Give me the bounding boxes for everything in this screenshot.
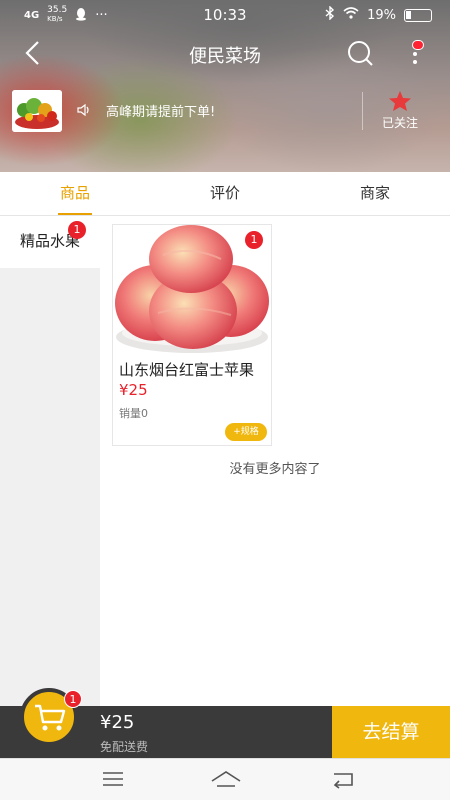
back-nav-button[interactable] <box>330 769 356 789</box>
shop-notice: 高峰期请提前下单! <box>106 105 216 120</box>
tab-merchant[interactable]: 商家 <box>300 172 450 215</box>
category-sidebar: 精品水果 1 <box>0 216 100 706</box>
system-nav-bar <box>0 758 450 800</box>
product-price: ¥25 <box>119 381 148 399</box>
checkout-button[interactable]: 去结算 <box>332 706 450 758</box>
shop-info-bar: 高峰期请提前下单! 已关注 <box>0 88 450 138</box>
shop-logo <box>12 90 62 132</box>
cart-badge: 1 <box>64 690 82 708</box>
divider <box>362 92 363 130</box>
tab-products[interactable]: 商品 <box>0 172 150 215</box>
tab-reviews[interactable]: 评价 <box>150 172 300 215</box>
menu-icon <box>103 772 123 786</box>
product-cart-badge: 1 <box>245 231 263 249</box>
bluetooth-icon <box>325 5 335 24</box>
menu-button[interactable] <box>100 769 126 789</box>
status-right: 19% <box>325 5 432 24</box>
product-name: 山东烟台红富士苹果 <box>119 361 255 379</box>
battery-icon <box>404 8 432 22</box>
search-icon <box>348 41 373 66</box>
product-card[interactable]: 1 山东烟台红富士苹果 ¥25 销量0 +规格 <box>112 224 272 446</box>
search-button[interactable] <box>346 40 374 68</box>
shipping-note: 免配送费 <box>100 740 149 754</box>
status-bar: 4G 35.5 KB/s ··· 10:33 19% <box>0 0 450 30</box>
follow-label: 已关注 <box>381 116 418 130</box>
shop-header: 4G 35.5 KB/s ··· 10:33 19% 便民菜场 高峰期请提前下单… <box>0 0 450 172</box>
home-button[interactable] <box>210 769 242 789</box>
back-arrow-icon <box>333 773 353 789</box>
star-icon <box>389 91 411 111</box>
no-more-content: 没有更多内容了 <box>229 462 321 477</box>
page-title: 便民菜场 <box>189 46 261 67</box>
nav-bar: 便民菜场 <box>0 34 450 74</box>
more-menu-button[interactable] <box>406 38 430 70</box>
battery-percent: 19% <box>367 7 396 23</box>
cart-bar: 1 ¥25 免配送费 去结算 <box>0 688 450 758</box>
follow-button[interactable]: 已关注 <box>374 90 426 131</box>
tab-bar: 商品 评价 商家 <box>0 172 450 216</box>
category-badge: 1 <box>68 221 86 239</box>
product-sales: 销量0 <box>119 407 148 420</box>
select-spec-button[interactable]: +规格 <box>225 423 267 441</box>
notification-dot <box>412 40 424 50</box>
shopping-cart-icon <box>35 704 66 731</box>
speaker-icon <box>76 102 92 118</box>
product-list: 1 山东烟台红富士苹果 ¥25 销量0 +规格 没有更多内容了 <box>100 216 450 706</box>
category-item-fruit[interactable]: 精品水果 1 <box>0 216 100 268</box>
cart-total: ¥25 <box>100 712 135 733</box>
wifi-icon <box>343 7 359 23</box>
home-icon <box>211 771 241 787</box>
